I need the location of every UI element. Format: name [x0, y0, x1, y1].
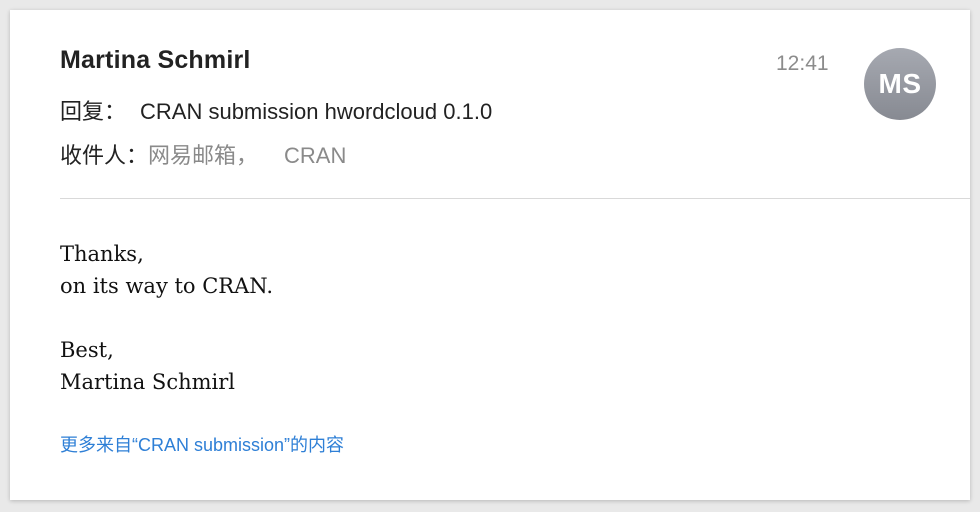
sender-avatar[interactable]: MS: [864, 48, 936, 120]
body-line: Martina Schmirl: [60, 370, 235, 394]
more-from-thread-link[interactable]: 更多来自“CRAN submission”的内容: [60, 431, 344, 457]
body-line-blank: [60, 302, 273, 334]
subject-row: 回复： CRAN submission hwordcloud 0.1.0: [60, 94, 492, 126]
avatar-initials: MS: [878, 68, 922, 99]
message-time: 12:41: [776, 52, 829, 75]
body-line: Best,: [60, 338, 114, 362]
recipients-label: 收件人：: [60, 143, 149, 168]
subject-text: CRAN submission hwordcloud 0.1.0: [140, 99, 493, 124]
subject-prefix: 回复：: [60, 99, 127, 124]
recipient-cran[interactable]: CRAN: [284, 143, 346, 168]
body-line: Thanks,: [60, 242, 144, 266]
email-message-card: Martina Schmirl 12:41 MS 回复： CRAN submiss…: [10, 10, 970, 500]
recipients-row: 收件人：网易邮箱， CRAN: [60, 138, 346, 170]
sender-name[interactable]: Martina Schmirl: [60, 46, 251, 75]
body-line: on its way to CRAN.: [60, 274, 273, 298]
header-divider: [60, 198, 970, 199]
message-body: Thanks, on its way to CRAN. Best, Martin…: [60, 238, 273, 398]
recipient-netease-mail[interactable]: 网易邮箱，: [148, 143, 258, 168]
